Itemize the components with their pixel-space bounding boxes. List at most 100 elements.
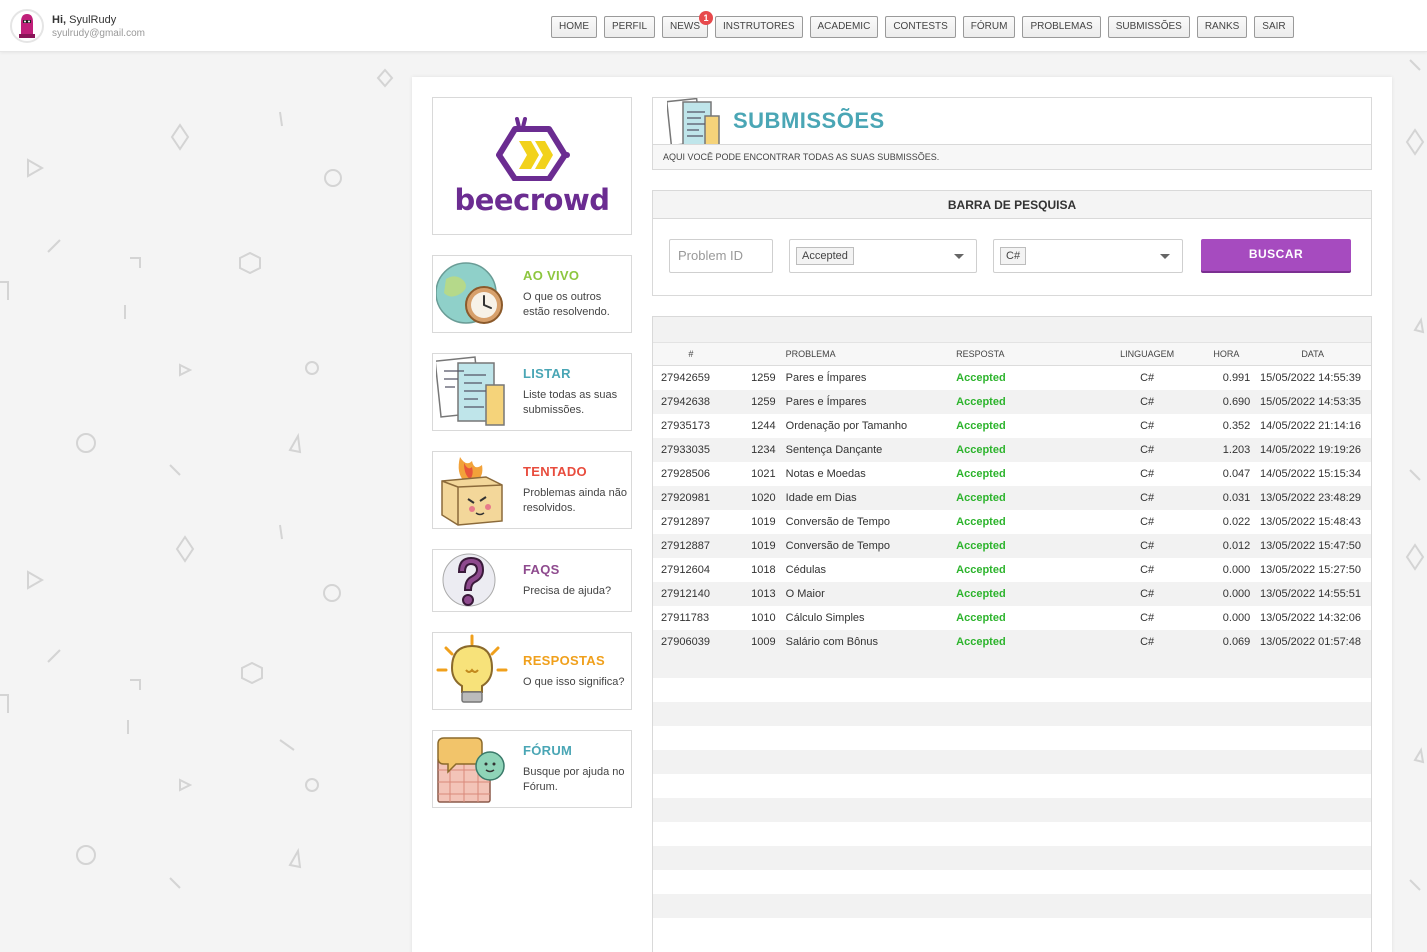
submission-date: 13/05/2022 01:57:48 <box>1260 636 1361 648</box>
submission-id[interactable]: 27942659 <box>653 366 729 390</box>
column-header[interactable]: LINGUAGEM <box>1092 343 1203 365</box>
table-row[interactable]: 27933035 1234 Sentença Dançante Accepted C# 1… <box>653 438 1371 462</box>
submission-id[interactable]: 27911783 <box>653 606 729 630</box>
chevron-down-icon <box>1160 253 1170 259</box>
table-empty-rows <box>653 654 1371 942</box>
sidebar-desc: Busque por ajuda no Fórum. <box>523 766 625 793</box>
submission-date: 15/05/2022 14:55:39 <box>1260 372 1361 384</box>
run-time: 0.022 <box>1222 516 1251 528</box>
language-select-value: C# <box>1000 247 1027 265</box>
empty-row <box>653 822 1371 846</box>
problem-name[interactable]: O Maior <box>776 582 957 606</box>
question-mark-icon <box>433 550 511 611</box>
problem-id[interactable]: 1259 <box>729 366 775 390</box>
table-row[interactable]: 27935173 1244 Ordenação por Tamanho Accepte… <box>653 414 1371 438</box>
column-header[interactable]: HORA <box>1202 343 1254 365</box>
table-row[interactable]: 27942638 1259 Pares e Ímpares Accepted C# 0.6… <box>653 390 1371 414</box>
problem-id[interactable]: 1021 <box>729 462 775 486</box>
run-time: 0.012 <box>1222 540 1251 552</box>
column-header[interactable]: PROBLEMA <box>776 343 957 365</box>
nav-forum[interactable]: FÓRUM <box>962 16 1016 38</box>
nav-submissoes[interactable]: SUBMISSÕES <box>1107 16 1190 38</box>
search-button[interactable]: BUSCAR <box>1201 239 1351 271</box>
submission-id[interactable]: 27933035 <box>653 438 729 462</box>
problem-name[interactable]: Pares e Ímpares <box>776 390 957 414</box>
problem-name[interactable]: Cálculo Simples <box>776 606 957 630</box>
problem-name[interactable]: Sentença Dançante <box>776 438 957 462</box>
problem-id[interactable]: 1244 <box>729 414 775 438</box>
language-select[interactable]: C# <box>993 239 1183 273</box>
submission-id[interactable]: 27906039 <box>653 630 729 654</box>
sidebar-card-ao-vivo[interactable]: AO VIVO O que os outros estão resolvendo… <box>432 255 632 333</box>
submission-id[interactable]: 27942638 <box>653 390 729 414</box>
nav-problemas[interactable]: PROBLEMAS <box>1022 16 1101 38</box>
table-row[interactable]: 27920981 1020 Idade em Dias Accepted C# 0.031… <box>653 486 1371 510</box>
sidebar-card-tentado[interactable]: TENTADO Problemas ainda não resolvidos. <box>432 451 632 529</box>
response: Accepted <box>956 468 1006 480</box>
sidebar-card-faqs[interactable]: FAQS Precisa de ajuda? <box>432 549 632 612</box>
problem-id[interactable]: 1010 <box>729 606 775 630</box>
beecrowd-logo[interactable]: beecrowd <box>432 97 632 235</box>
nav-instrutores[interactable]: INSTRUTORES <box>715 16 803 38</box>
problem-name[interactable]: Idade em Dias <box>776 486 957 510</box>
user-greeting: Hi, SyulRudy <box>52 13 117 26</box>
avatar[interactable] <box>10 9 44 43</box>
problem-name[interactable]: Conversão de Tempo <box>776 534 957 558</box>
problem-id[interactable]: 1019 <box>729 534 775 558</box>
submission-id[interactable]: 27912897 <box>653 510 729 534</box>
problem-name[interactable]: Salário com Bônus <box>776 630 957 654</box>
search-bar-title: BARRA DE PESQUISA <box>653 191 1371 219</box>
problem-id[interactable]: 1259 <box>729 390 775 414</box>
sidebar-title: FÓRUM <box>523 743 573 758</box>
submission-id[interactable]: 27920981 <box>653 486 729 510</box>
problem-name[interactable]: Cédulas <box>776 558 957 582</box>
column-header[interactable]: RESPOSTA <box>956 343 1092 365</box>
sidebar-card-respostas[interactable]: RESPOSTAS O que isso significa? <box>432 632 632 710</box>
page-title: SUBMISSÕES <box>733 108 885 133</box>
submission-id[interactable]: 27912140 <box>653 582 729 606</box>
problem-id[interactable]: 1013 <box>729 582 775 606</box>
column-header[interactable]: # <box>653 343 729 365</box>
table-row[interactable]: 27911783 1010 Cálculo Simples Accepted C# 0.0… <box>653 606 1371 630</box>
submission-id[interactable]: 27928506 <box>653 462 729 486</box>
problem-id[interactable]: 1020 <box>729 486 775 510</box>
nav-news[interactable]: NEWS 1 <box>662 11 714 38</box>
empty-row <box>653 726 1371 750</box>
table-row[interactable]: 27928506 1021 Notas e Moedas Accepted C# 0.04… <box>653 462 1371 486</box>
submission-id[interactable]: 27912887 <box>653 534 729 558</box>
submission-id[interactable]: 27912604 <box>653 558 729 582</box>
problem-name[interactable]: Conversão de Tempo <box>776 510 957 534</box>
problem-id[interactable]: 1009 <box>729 630 775 654</box>
table-row[interactable]: 27912897 1019 Conversão de Tempo Accepted C#… <box>653 510 1371 534</box>
problem-id[interactable]: 1018 <box>729 558 775 582</box>
table-row[interactable]: 27942659 1259 Pares e Ímpares Accepted C# 0.9… <box>653 366 1371 390</box>
sidebar-title: TENTADO <box>523 464 587 479</box>
table-row[interactable]: 27912887 1019 Conversão de Tempo Accepted C#… <box>653 534 1371 558</box>
nav-perfil[interactable]: PERFIL <box>604 16 656 38</box>
language: C# <box>1140 468 1155 480</box>
table-row[interactable]: 27912604 1018 Cédulas Accepted C# 0.000 13/05/… <box>653 558 1371 582</box>
problem-name[interactable]: Ordenação por Tamanho <box>776 414 957 438</box>
sidebar-card-listar[interactable]: LISTAR Liste todas as suas submissões. <box>432 353 632 431</box>
main-nav: HOME PERFIL NEWS 1 INSTRUTORES ACADEMIC C… <box>551 11 1294 38</box>
column-header[interactable]: DATA <box>1254 343 1371 365</box>
avatar-icon <box>19 14 35 38</box>
nav-sair[interactable]: SAIR <box>1254 16 1294 38</box>
user-info[interactable]: Hi, SyulRudy syulrudy@gmail.com <box>10 9 145 43</box>
column-header <box>729 343 776 365</box>
response-select[interactable]: Accepted <box>789 239 977 273</box>
problem-id[interactable]: 1019 <box>729 510 775 534</box>
problem-id-input[interactable]: Problem ID <box>669 239 773 273</box>
nav-contests[interactable]: CONTESTS <box>885 16 956 38</box>
problem-name[interactable]: Pares e Ímpares <box>776 366 957 390</box>
run-time: 1.203 <box>1222 444 1251 456</box>
problem-id[interactable]: 1234 <box>729 438 775 462</box>
problem-name[interactable]: Notas e Moedas <box>776 462 957 486</box>
sidebar-card-forum[interactable]: FÓRUM Busque por ajuda no Fórum. <box>432 730 632 808</box>
nav-academic[interactable]: ACADEMIC <box>809 16 879 38</box>
table-row[interactable]: 27912140 1013 O Maior Accepted C# 0.000 13/05/… <box>653 582 1371 606</box>
submission-id[interactable]: 27935173 <box>653 414 729 438</box>
table-row[interactable]: 27906039 1009 Salário com Bônus Accepted C# 0… <box>653 630 1371 654</box>
nav-ranks[interactable]: RANKS <box>1196 16 1248 38</box>
nav-home[interactable]: HOME <box>551 16 597 38</box>
